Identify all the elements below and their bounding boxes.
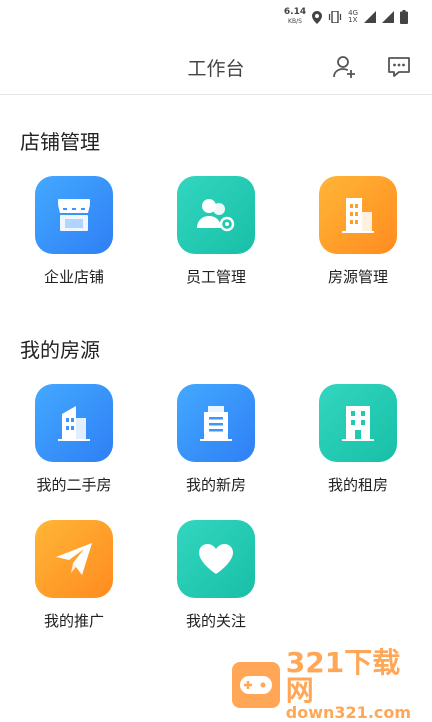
- network-speed-unit: KB/S: [288, 18, 302, 25]
- app-header: 工作台: [0, 32, 432, 95]
- new-house-icon: [200, 406, 232, 441]
- heart-icon: [199, 544, 233, 574]
- watermark-brand: 321下载网: [285, 646, 401, 707]
- tile-listing-management[interactable]: [319, 176, 397, 254]
- tile-new-house[interactable]: [177, 384, 255, 462]
- grid-item-label: 我的二手房: [36, 476, 112, 494]
- signal-icon: [382, 11, 394, 23]
- status-bar: 6.14 KB/S 4G 1X: [0, 0, 432, 32]
- network-type-bottom: 1X: [348, 16, 358, 24]
- network-speed-value: 6.14: [283, 7, 307, 17]
- store-icon: [58, 199, 90, 231]
- grid-item-label: 我的新房: [185, 476, 246, 494]
- add-user-icon[interactable]: [332, 54, 358, 80]
- tile-rental-house[interactable]: [319, 384, 397, 462]
- page-title: 工作台: [187, 58, 245, 80]
- network-speed: 6.14 KB/S: [284, 8, 306, 26]
- grid-item-new-house[interactable]: 我的新房: [156, 384, 276, 495]
- grid-item-rental-house[interactable]: 我的租房: [298, 384, 418, 495]
- watermark-logo: [232, 662, 280, 708]
- battery-icon: [400, 10, 408, 24]
- rental-house-icon: [342, 406, 374, 441]
- staff-settings-icon: [197, 199, 235, 232]
- tile-second-hand-house[interactable]: [35, 384, 113, 462]
- tile-my-follow[interactable]: [177, 520, 255, 598]
- tile-enterprise-store[interactable]: [35, 176, 113, 254]
- vibrate-icon: [329, 11, 342, 23]
- watermark-domain: down321.com: [285, 703, 412, 722]
- grid-item-label: 企业店铺: [43, 268, 104, 286]
- paper-plane-icon: [56, 543, 92, 575]
- grid-item-my-follow[interactable]: 我的关注: [156, 520, 276, 631]
- section-title-store-management: 店铺管理: [20, 130, 100, 154]
- grid-item-label: 我的关注: [185, 612, 246, 630]
- status-icons: 6.14 KB/S 4G 1X: [284, 8, 408, 26]
- signal-icon: [364, 11, 376, 23]
- grid-item-label: 我的租房: [327, 476, 388, 494]
- message-icon[interactable]: [386, 54, 412, 80]
- grid-item-label: 员工管理: [185, 268, 246, 286]
- watermark-text: 321下载网 down321.com: [286, 649, 422, 721]
- grid-item-listing-management[interactable]: 房源管理: [298, 176, 418, 287]
- building-icon: [342, 198, 374, 233]
- tile-staff-management[interactable]: [177, 176, 255, 254]
- grid-item-label: 房源管理: [327, 268, 388, 286]
- gamepad-icon: [239, 676, 272, 694]
- grid-item-my-promotion[interactable]: 我的推广: [14, 520, 134, 631]
- grid-item-label: 我的推广: [43, 612, 104, 630]
- location-icon: [312, 10, 323, 24]
- section-title-my-listings: 我的房源: [20, 338, 100, 362]
- grid-item-second-hand-house[interactable]: 我的二手房: [14, 384, 134, 495]
- network-type: 4G 1X: [348, 10, 358, 24]
- watermark: 321下载网 down321.com: [232, 649, 422, 721]
- grid-item-enterprise-store[interactable]: 企业店铺: [14, 176, 134, 287]
- second-hand-house-icon: [58, 406, 90, 441]
- grid-item-staff-management[interactable]: 员工管理: [156, 176, 276, 287]
- tile-my-promotion[interactable]: [35, 520, 113, 598]
